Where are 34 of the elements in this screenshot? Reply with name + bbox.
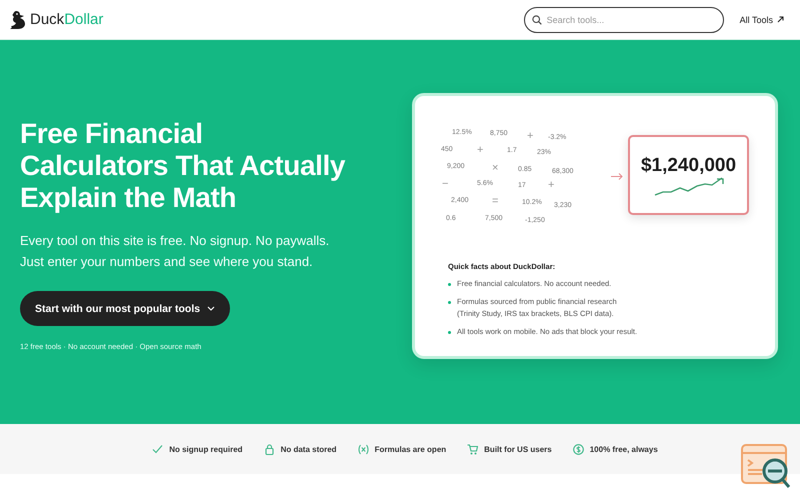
duck-logo-icon bbox=[8, 10, 26, 29]
popular-tools-button[interactable]: Start with our most popular tools bbox=[20, 291, 230, 326]
math-operator: + bbox=[548, 179, 554, 191]
feature-label: No data stored bbox=[280, 444, 337, 454]
feature-label: No signup required bbox=[169, 444, 243, 454]
browser-search-icon[interactable] bbox=[741, 443, 793, 489]
arrow-right-icon bbox=[611, 173, 623, 180]
formula-icon bbox=[358, 444, 369, 454]
feature-label: 100% free, always bbox=[590, 444, 658, 454]
math-operator: × bbox=[492, 162, 498, 174]
hero-subtitle: Every tool on this site is free. No signup. No paywalls. bbox=[20, 232, 330, 250]
check-icon bbox=[152, 444, 164, 454]
hero-subtitle: Just enter your numbers and see where you stand. bbox=[20, 253, 314, 271]
all-tools-link[interactable]: All Tools bbox=[740, 14, 784, 24]
cart-icon bbox=[467, 444, 478, 454]
bullet-dot bbox=[448, 283, 451, 286]
math-operator: − bbox=[442, 178, 448, 190]
feature-label: Formulas are open bbox=[374, 444, 446, 454]
lock-icon bbox=[264, 444, 275, 454]
search-icon bbox=[532, 14, 542, 24]
feature-label: Built for US users bbox=[484, 444, 552, 454]
trend-line bbox=[652, 177, 724, 197]
dollar-icon bbox=[572, 444, 584, 454]
math-operator: + bbox=[527, 130, 534, 142]
hero-title: Free Financial Calculators That Actually Explain the Math bbox=[20, 118, 346, 214]
chevron-down-icon bbox=[207, 306, 216, 311]
search-field[interactable]: Search tools... bbox=[524, 6, 724, 32]
bullet-dot bbox=[448, 301, 451, 304]
math-operator: = bbox=[492, 195, 498, 207]
math-operator: + bbox=[477, 144, 484, 156]
brand-name[interactable]: DuckDollar bbox=[30, 11, 104, 28]
result-value: $1,240,000 bbox=[640, 155, 736, 177]
arrow-up-right-icon bbox=[777, 16, 784, 23]
bullet-dot bbox=[448, 331, 451, 334]
